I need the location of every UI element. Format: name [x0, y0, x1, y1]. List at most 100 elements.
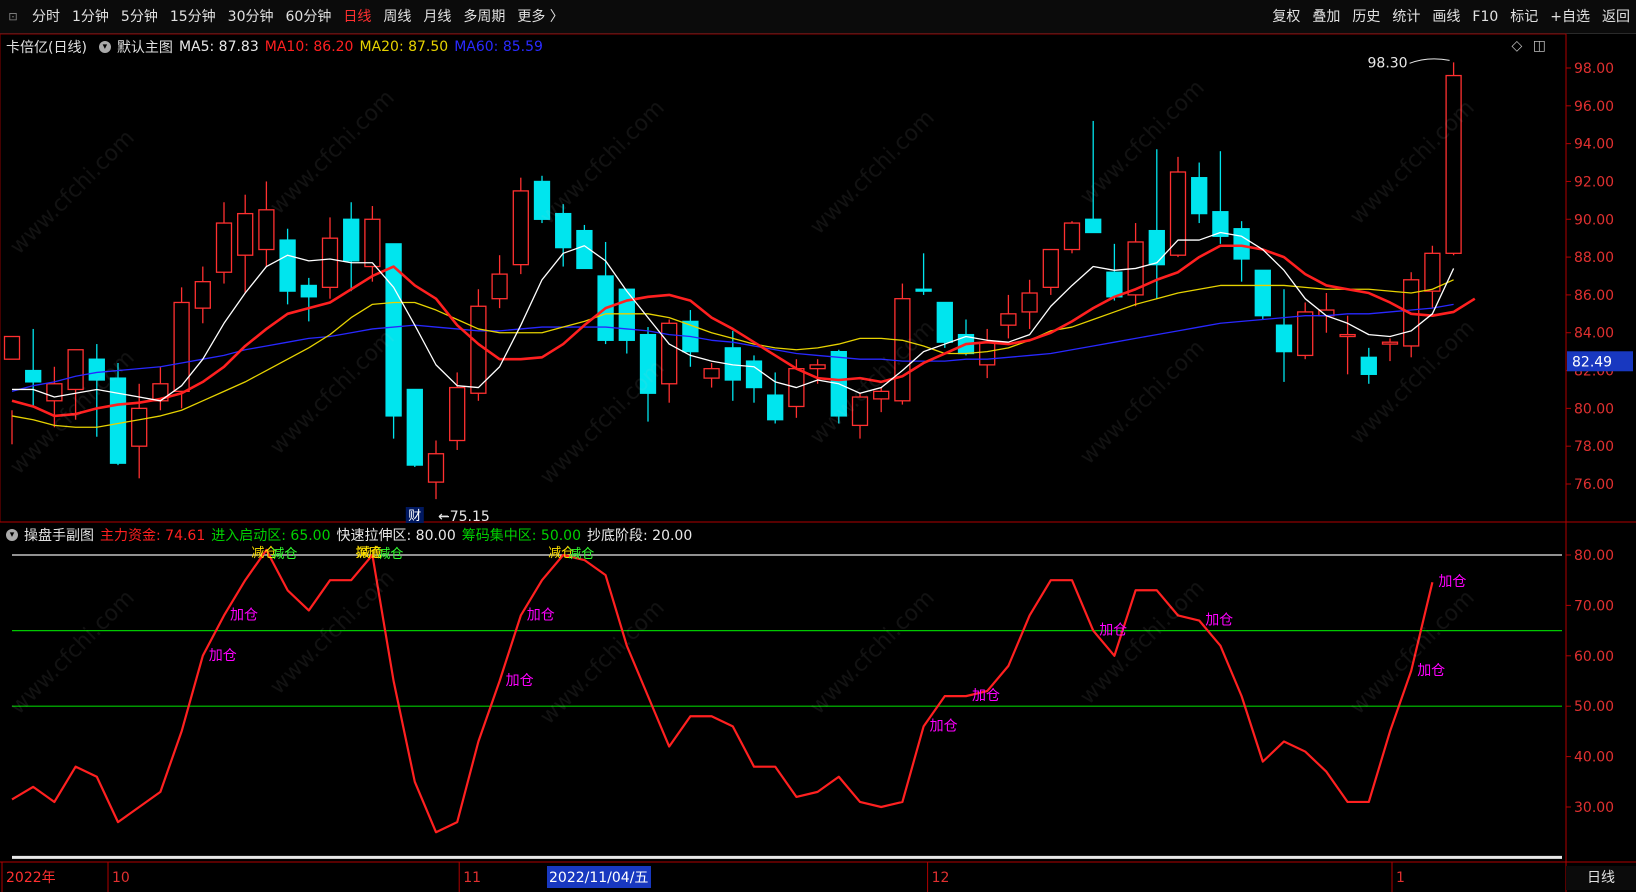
candle-up: [788, 368, 805, 408]
main-ytick-label: 88.00: [1574, 250, 1614, 266]
tab-more[interactable]: 更多 〉: [511, 0, 569, 34]
add-position-signal: 加仓: [506, 673, 534, 689]
candles-group: [3, 62, 1462, 500]
candle-down: [1233, 228, 1250, 260]
candle-up: [1445, 74, 1462, 254]
candle-down: [724, 347, 741, 381]
candle-down: [279, 239, 296, 292]
xaxis-label: 11: [463, 870, 481, 886]
candle-down: [1148, 229, 1165, 266]
tab-5min[interactable]: 5分钟: [115, 0, 164, 34]
ma60-value: MA60: 85.59: [454, 39, 543, 55]
main-ytick-label: 94.00: [1574, 137, 1614, 153]
watermark-text: www.cfchi.com: [5, 125, 140, 260]
panel-icon[interactable]: ◫: [1533, 38, 1546, 54]
xaxis-label: 2022年: [6, 870, 56, 886]
candle-up: [1063, 222, 1081, 251]
candle-up: [173, 301, 190, 392]
ma20-value: MA20: 87.50: [359, 39, 449, 55]
high-price-label: 98.30: [1368, 55, 1408, 71]
candle-up: [449, 386, 466, 442]
candle-down: [936, 301, 953, 343]
main-ytick-label: 76.00: [1574, 477, 1614, 493]
candle-up: [1000, 313, 1017, 326]
sub-ytick-label: 30.00: [1574, 800, 1614, 816]
current-price-tag: [1567, 351, 1633, 372]
indicator-toggle-icon[interactable]: ▾: [98, 41, 111, 53]
chart-corner-icons: ◇ ◫: [1512, 38, 1546, 54]
candle-up: [427, 453, 445, 483]
diamond-icon[interactable]: ◇: [1512, 38, 1523, 54]
candle-down: [1275, 324, 1293, 353]
draw-button[interactable]: 画线: [1426, 0, 1466, 34]
ma20-line: [11, 279, 1454, 428]
overlay-button[interactable]: 叠加: [1306, 0, 1346, 34]
sub-ytick-label: 40.00: [1574, 750, 1614, 766]
indicator-name[interactable]: 默认主图: [117, 37, 173, 57]
candle-up: [873, 390, 890, 400]
candle-down: [1191, 177, 1208, 215]
mark-button[interactable]: 标记: [1504, 0, 1544, 34]
watermark-text: www.cfchi.com: [1075, 75, 1210, 210]
main-ytick-label: 86.00: [1574, 288, 1614, 304]
main-legend: 卡倍亿(日线) ▾ 默认主图 MA5: 87.83 MA10: 86.20 MA…: [0, 36, 549, 58]
ma10-value: MA10: 86.20: [264, 39, 354, 55]
watermark-text: www.cfchi.com: [535, 355, 670, 490]
tab-monthly[interactable]: 月线: [417, 0, 457, 34]
watermark-text: www.cfchi.com: [805, 585, 940, 720]
candle-up: [1169, 171, 1187, 256]
sub-ytick-label: 70.00: [1574, 598, 1614, 614]
candle-up: [364, 218, 381, 268]
candle-up: [131, 407, 148, 447]
watermark-text: www.cfchi.com: [5, 585, 140, 720]
window-corner-icon[interactable]: ⊡: [4, 8, 22, 26]
candle-down: [533, 180, 551, 220]
tab-weekly[interactable]: 周线: [377, 0, 417, 34]
candle-up: [1403, 279, 1420, 347]
main-ytick-label: 92.00: [1574, 174, 1614, 190]
history-button[interactable]: 历史: [1346, 0, 1386, 34]
tab-daily[interactable]: 日线: [337, 0, 377, 34]
tab-30min[interactable]: 30分钟: [222, 0, 280, 34]
tab-multi-period[interactable]: 多周期: [457, 0, 511, 34]
add-position-signal: 加仓: [527, 607, 555, 623]
tab-1min[interactable]: 1分钟: [66, 0, 115, 34]
sub-indicator-toggle-icon[interactable]: ▾: [6, 529, 18, 541]
candle-up: [194, 281, 211, 309]
tab-15min[interactable]: 15分钟: [164, 0, 222, 34]
candle-down: [555, 212, 572, 249]
tab-60min[interactable]: 60分钟: [280, 0, 338, 34]
candle-up: [491, 273, 508, 300]
fuquan-button[interactable]: 复权: [1266, 0, 1306, 34]
low-price-label: ←75.15: [438, 509, 490, 525]
candle-up: [703, 368, 720, 379]
back-button[interactable]: 返回: [1596, 0, 1636, 34]
stats-button[interactable]: 统计: [1386, 0, 1426, 34]
tab-fenshi[interactable]: 分时: [26, 0, 66, 34]
kline-chart[interactable]: 98.00 96.00 94.00 92.00 90.00 88.00 86.00 84.00…: [0, 0, 1636, 892]
watermark-text: www.cfchi.com: [5, 345, 140, 480]
main-ytick-label: 80.00: [1574, 401, 1614, 417]
reduce-signal: 减仓: [251, 546, 277, 561]
candle-down: [109, 377, 127, 464]
sub-indicator-name[interactable]: 操盘手副图: [24, 525, 94, 545]
add-position-signal: 加仓: [1438, 574, 1466, 590]
watermark-text: www.cfchi.com: [1345, 315, 1480, 450]
sub-ytick-label: 80.00: [1574, 548, 1614, 564]
tool-buttons: 复权 叠加 历史 统计 画线 F10 标记 +自选 返回: [1266, 0, 1636, 34]
candle-up: [1424, 252, 1441, 292]
candle-down: [639, 333, 657, 394]
candle-down: [682, 320, 699, 353]
period-label[interactable]: 日线: [1566, 866, 1636, 890]
f10-button[interactable]: F10: [1466, 0, 1504, 34]
add-position-signal: 加仓: [209, 648, 237, 664]
candle-down: [406, 388, 423, 466]
period-toolbar: ⊡ 分时 1分钟 5分钟 15分钟 30分钟 60分钟 日线 周线 月线 多周期…: [0, 0, 1636, 34]
add-watchlist-button[interactable]: +自选: [1544, 0, 1596, 34]
watermark-text: www.cfchi.com: [265, 325, 400, 460]
candle-down: [915, 288, 932, 292]
main-fund-value: 主力资金: 74.61: [100, 528, 206, 544]
watermark-text: www.cfchi.com: [535, 595, 670, 730]
candle-down: [300, 284, 317, 298]
ma60-line: [11, 303, 1454, 392]
